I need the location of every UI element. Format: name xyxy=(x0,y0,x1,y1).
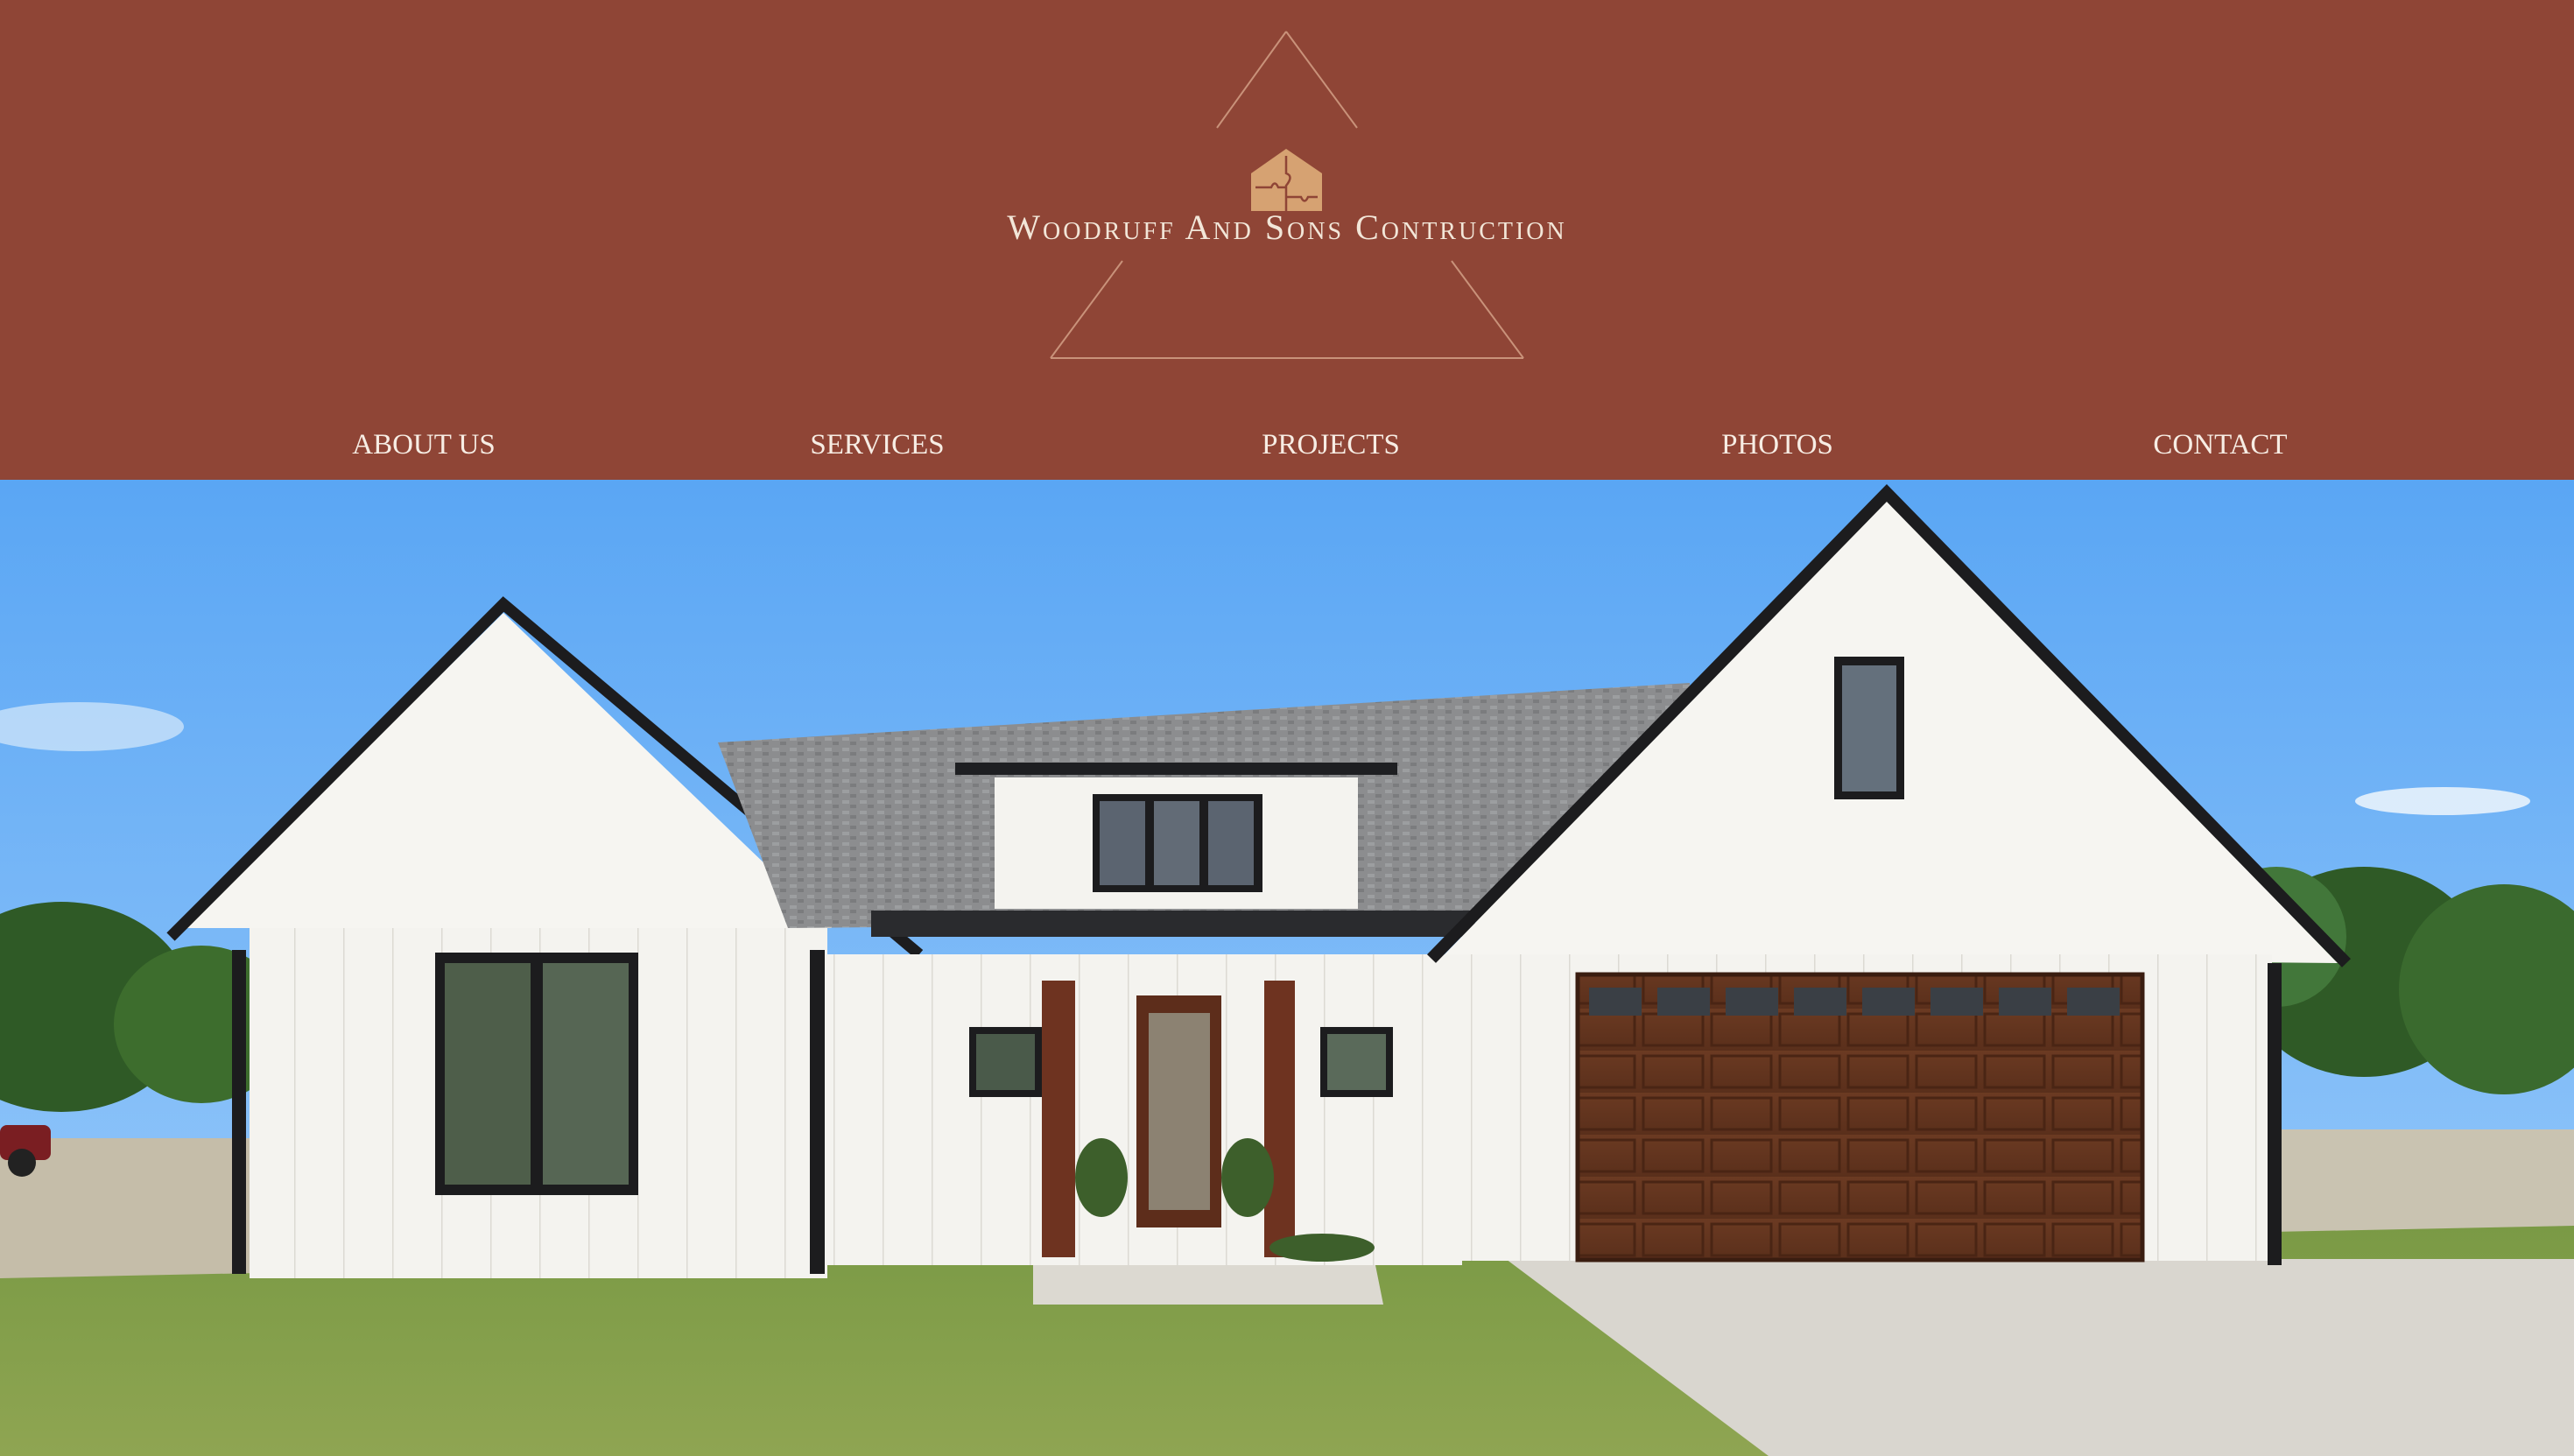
nav-about-us[interactable]: ABOUT US xyxy=(352,429,496,461)
white-farmhouse-photo xyxy=(0,480,2574,1456)
site-header: Woodruff And Sons Contruction ABOUT US S… xyxy=(0,0,2574,480)
brand-name[interactable]: Woodruff And Sons Contruction xyxy=(0,207,2574,248)
main-nav: ABOUT US SERVICES PROJECTS PHOTOS CONTAC… xyxy=(0,429,2574,473)
puzzle-house-icon xyxy=(1251,149,1322,211)
nav-projects[interactable]: PROJECTS xyxy=(1262,429,1400,461)
nav-services[interactable]: SERVICES xyxy=(810,429,944,461)
nav-contact[interactable]: CONTACT xyxy=(2153,429,2287,461)
hero-image xyxy=(0,480,2574,1456)
nav-photos[interactable]: PHOTOS xyxy=(1721,429,1833,461)
